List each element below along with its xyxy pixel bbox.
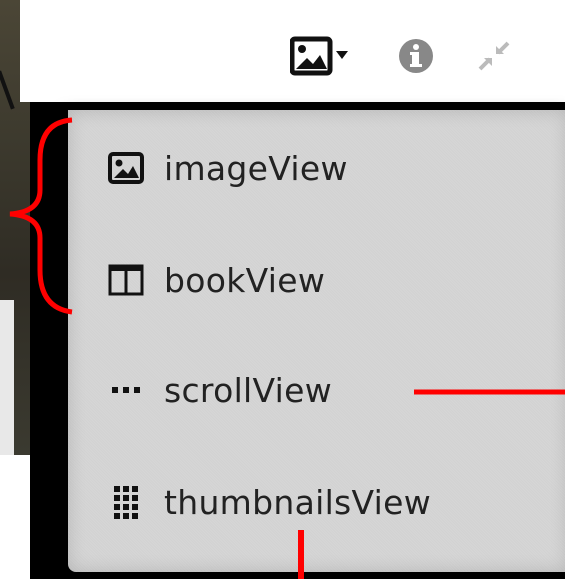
info-button[interactable]: [398, 38, 434, 74]
menu-item-label: bookView: [164, 260, 326, 300]
menu-item-imageview[interactable]: imageView: [108, 138, 528, 198]
view-mode-dropdown-button[interactable]: [290, 36, 352, 78]
image-icon: [108, 150, 144, 186]
grid-icon: [108, 484, 144, 520]
menu-item-label: scrollView: [164, 370, 333, 410]
menu-item-label: thumbnailsView: [164, 482, 432, 522]
info-icon: [399, 39, 433, 73]
book-icon: [108, 262, 144, 298]
viewer-toolbar: [20, 0, 565, 102]
menu-item-label: imageView: [164, 148, 348, 188]
menu-item-thumbnailsview[interactable]: thumbnailsView: [108, 472, 528, 532]
menu-item-bookview[interactable]: bookView: [108, 250, 528, 310]
menu-item-scrollview[interactable]: scrollView: [108, 360, 528, 420]
dropdown-caret-icon: [336, 51, 348, 59]
viewer-screenshot: imageView bookView scrollView thumbnails…: [0, 0, 565, 579]
background-strip: [0, 300, 14, 455]
image-icon: [290, 36, 348, 76]
dots-icon: [108, 372, 144, 408]
collapse-icon: [478, 41, 510, 71]
collapse-button[interactable]: [474, 38, 514, 74]
